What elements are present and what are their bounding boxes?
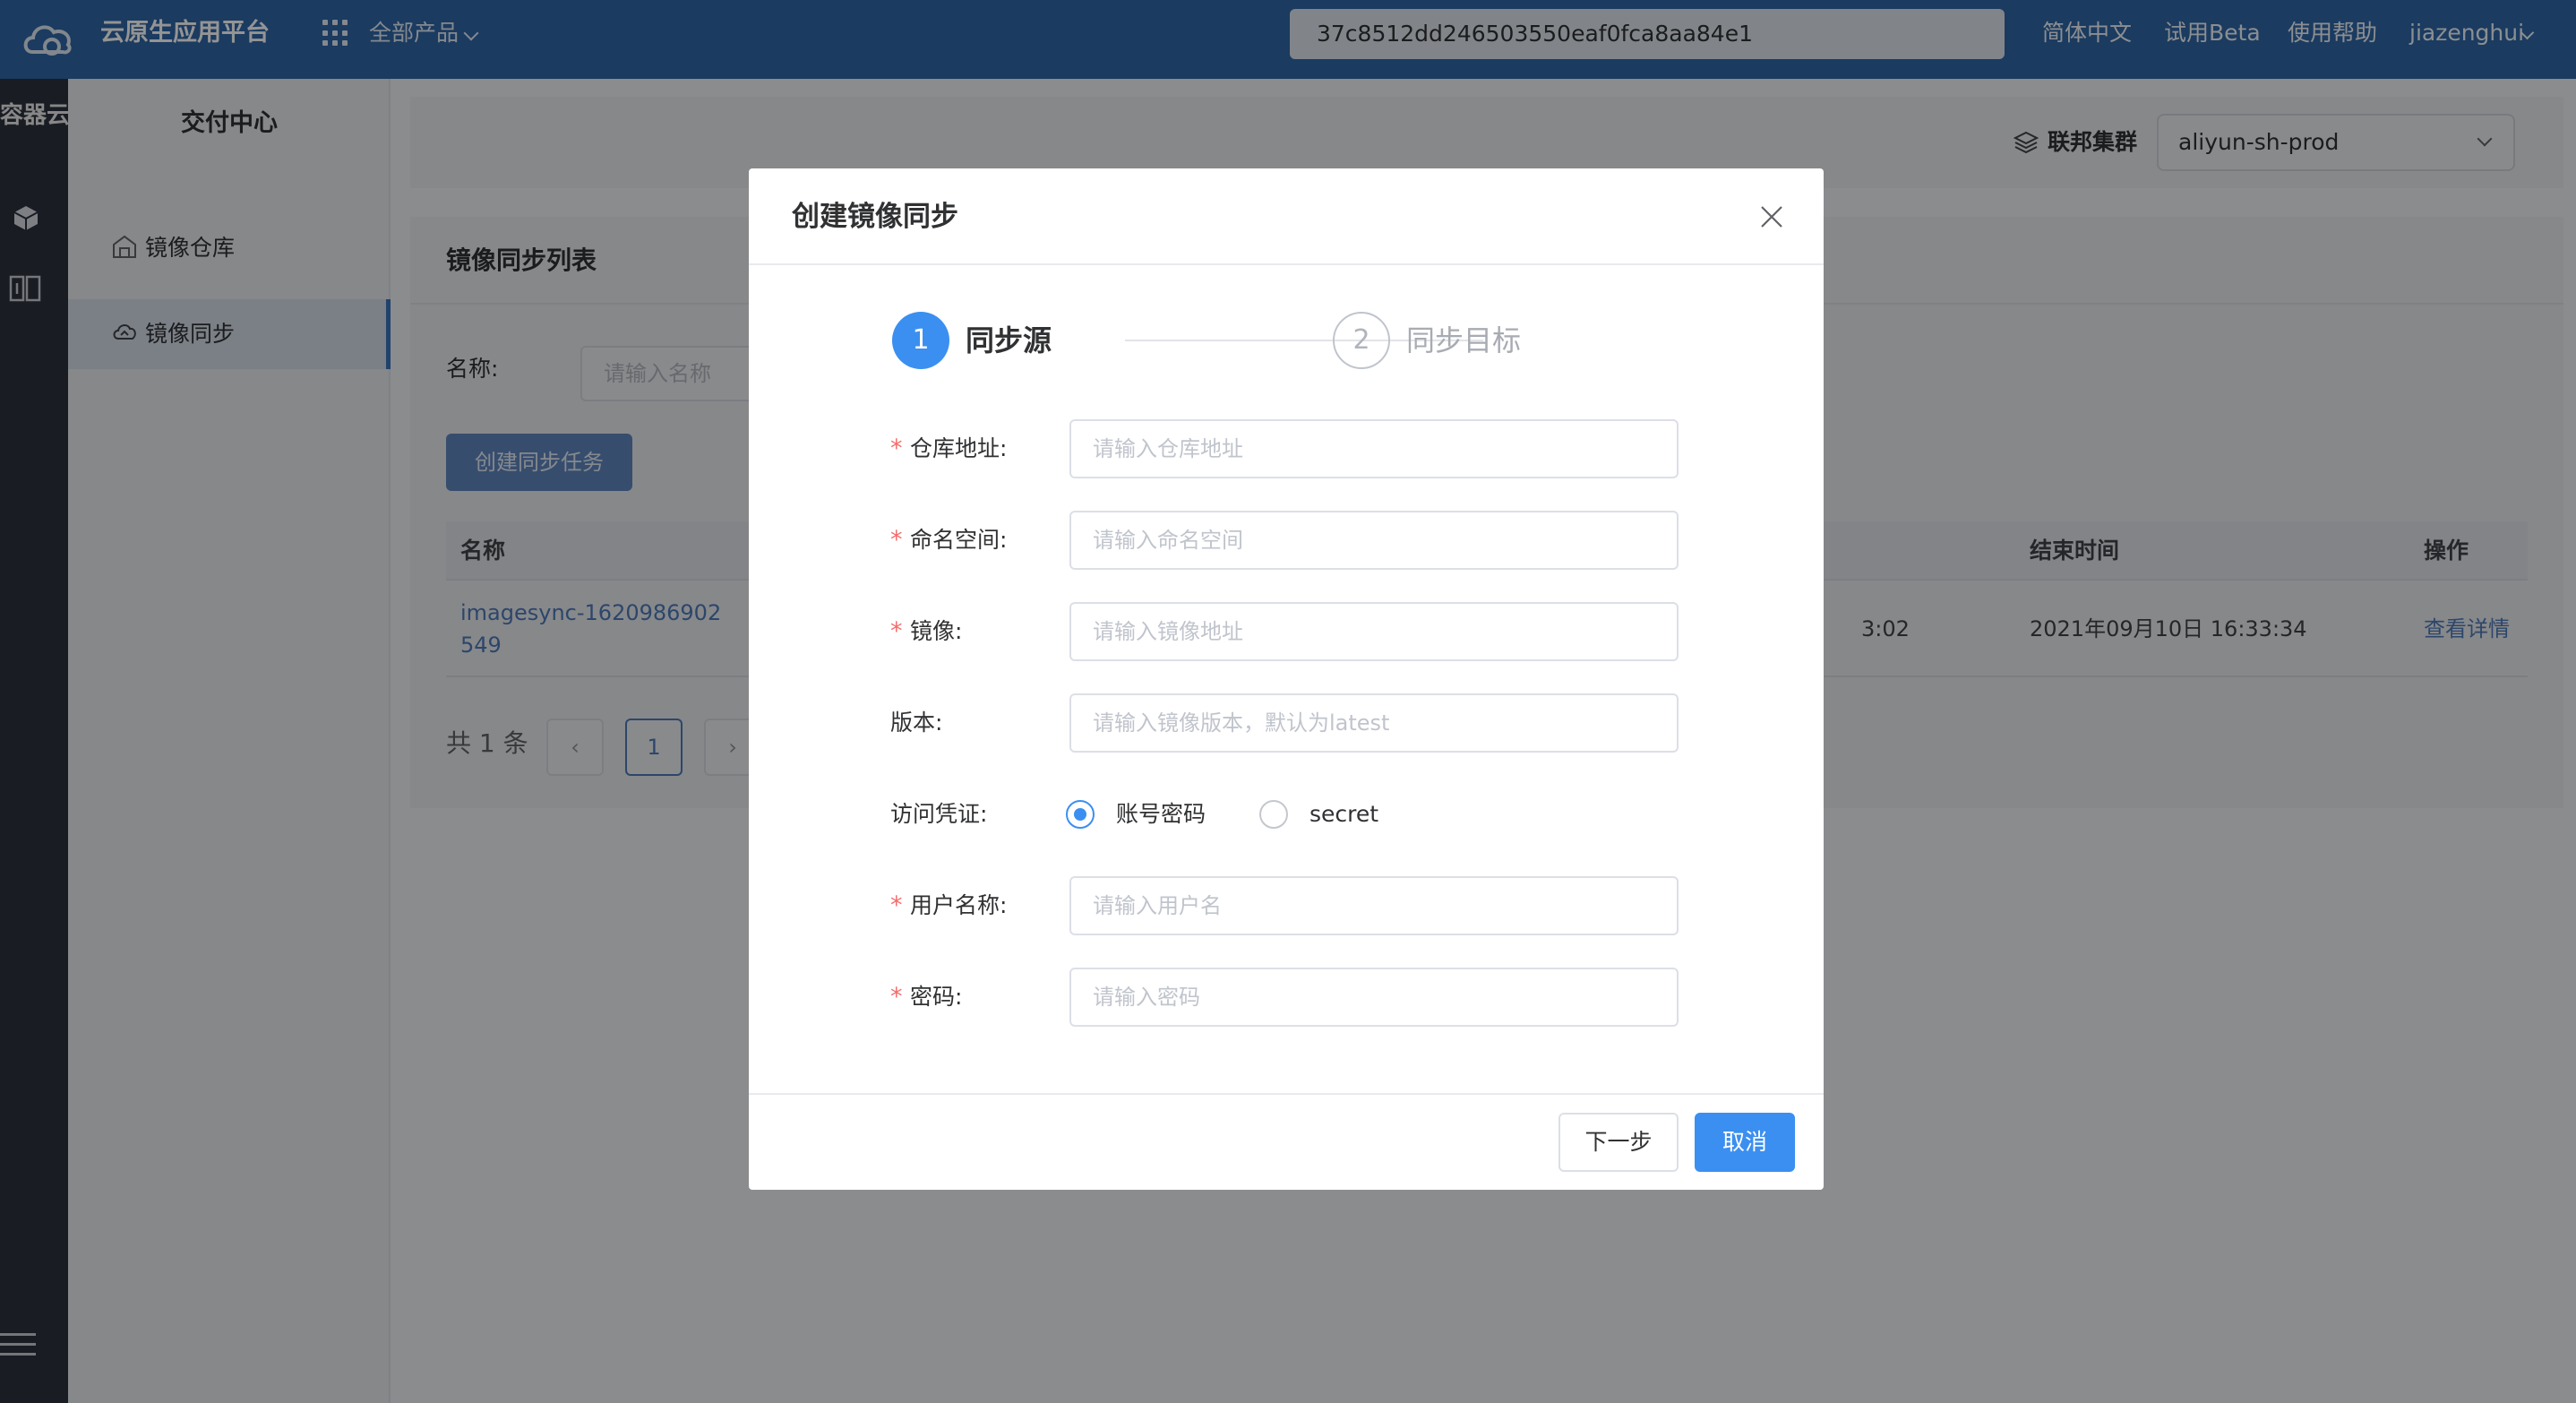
required-mark: * <box>890 983 903 1011</box>
repo-address-input[interactable]: 请输入仓库地址 <box>1069 419 1679 478</box>
namespace-label: 命名空间: <box>910 527 1008 553</box>
required-mark: * <box>890 435 903 462</box>
version-label: 版本: <box>890 710 943 736</box>
username-input[interactable]: 请输入用户名 <box>1069 876 1679 935</box>
step-1-label: 同步源 <box>966 323 1052 357</box>
close-icon[interactable] <box>1759 204 1784 229</box>
dialog-header: 创建镜像同步 <box>749 168 1824 265</box>
password-input[interactable]: 请输入密码 <box>1069 968 1679 1027</box>
dialog-footer: 下一步 取消 <box>749 1093 1824 1190</box>
radio-secret[interactable] <box>1259 800 1288 829</box>
repo-address-label: 仓库地址: <box>910 435 1008 461</box>
image-label: 镜像: <box>910 618 963 644</box>
step-1-indicator: 1 <box>892 312 949 369</box>
form-row-credential: 访问凭证: 账号密码 secret <box>890 785 1679 844</box>
step-2-indicator: 2 <box>1333 312 1390 369</box>
required-mark: * <box>890 526 903 554</box>
create-image-sync-dialog: 创建镜像同步 1 同步源 2 同步目标 * 仓库地址: 请输入仓库地址 * 命名… <box>749 168 1824 1190</box>
cancel-button[interactable]: 取消 <box>1695 1113 1795 1172</box>
radio-account-password[interactable] <box>1066 800 1095 829</box>
radio-secret-label[interactable]: secret <box>1309 785 1378 844</box>
image-input[interactable]: 请输入镜像地址 <box>1069 602 1679 661</box>
username-label: 用户名称: <box>910 892 1008 918</box>
password-label: 密码: <box>910 984 963 1010</box>
form-row-namespace: * 命名空间: 请输入命名空间 <box>890 511 1679 570</box>
form-row-repo-address: * 仓库地址: 请输入仓库地址 <box>890 419 1679 478</box>
namespace-input[interactable]: 请输入命名空间 <box>1069 511 1679 570</box>
form-row-image: * 镜像: 请输入镜像地址 <box>890 602 1679 661</box>
stepper: 1 同步源 2 同步目标 <box>892 312 1698 374</box>
required-mark: * <box>890 891 903 919</box>
form-row-password: * 密码: 请输入密码 <box>890 968 1679 1027</box>
next-step-button[interactable]: 下一步 <box>1558 1113 1679 1172</box>
credential-label: 访问凭证: <box>890 801 988 827</box>
required-mark: * <box>890 617 903 645</box>
step-2-label: 同步目标 <box>1406 323 1522 357</box>
form-row-username: * 用户名称: 请输入用户名 <box>890 876 1679 935</box>
dialog-title: 创建镜像同步 <box>792 201 958 233</box>
form-row-version: 版本: 请输入镜像版本，默认为latest <box>890 693 1679 753</box>
radio-account-password-label[interactable]: 账号密码 <box>1116 785 1206 844</box>
version-input[interactable]: 请输入镜像版本，默认为latest <box>1069 693 1679 753</box>
